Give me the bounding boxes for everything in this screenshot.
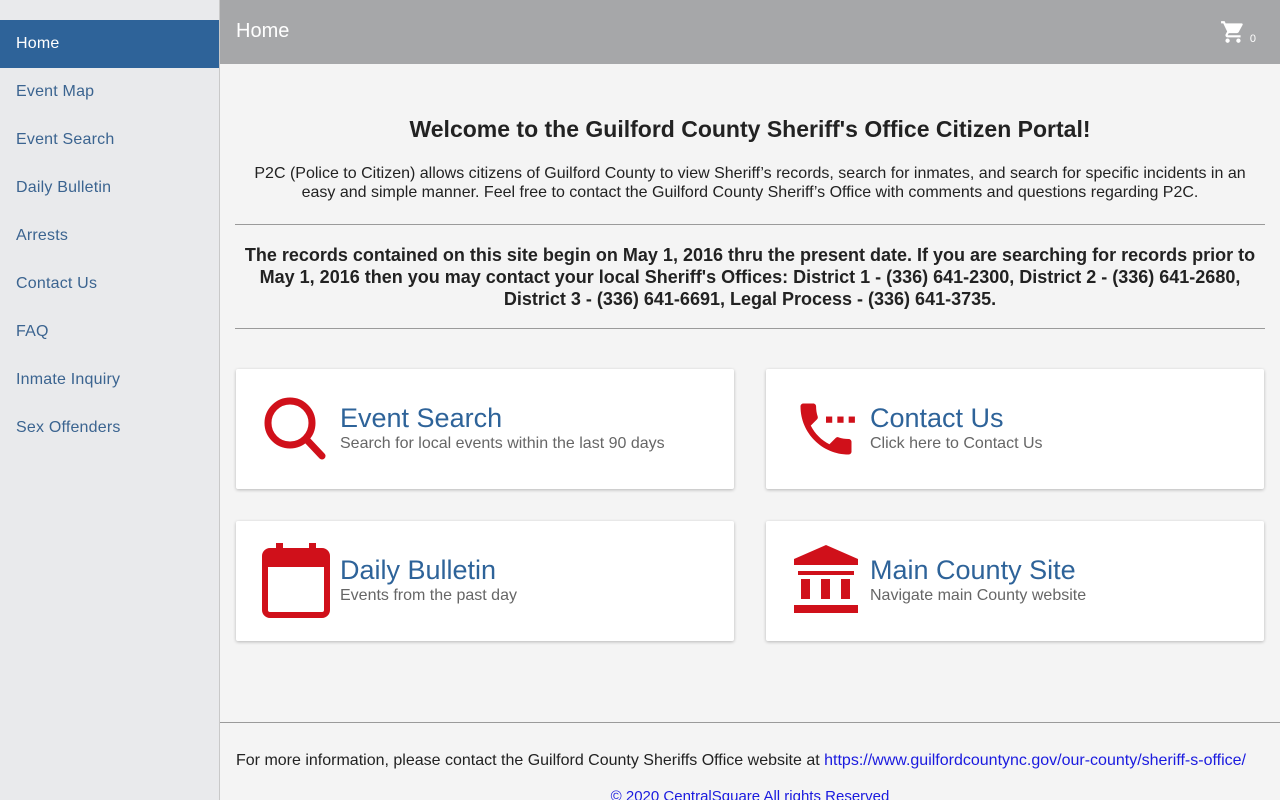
footer-info: For more information, please contact the… (236, 752, 1276, 770)
card-subtitle: Search for local events within the last … (340, 435, 665, 452)
calendar-icon (262, 543, 330, 618)
daily-bulletin-card[interactable]: Daily Bulletin Events from the past day (236, 521, 734, 641)
page-title: Home (236, 20, 290, 42)
card-subtitle: Click here to Contact Us (870, 435, 1043, 452)
shopping-cart-icon (1220, 21, 1243, 43)
copyright-link[interactable]: © 2020 CentralSquare All rights Reserved (220, 788, 1280, 800)
sidebar-item-home[interactable]: Home (0, 20, 219, 68)
card-title: Main County Site (870, 555, 1076, 585)
top-bar: Home 0 (220, 0, 1280, 64)
bank-icon (794, 545, 858, 613)
sheriff-website-link[interactable]: https://www.guilfordcountync.gov/our-cou… (824, 752, 1246, 769)
records-notice: The records contained on this site begin… (244, 245, 1256, 309)
sidebar-item-contact-us[interactable]: Contact Us (0, 260, 219, 308)
card-title: Contact Us (870, 403, 1004, 433)
card-title: Daily Bulletin (340, 555, 497, 585)
card-subtitle: Events from the past day (340, 587, 517, 604)
welcome-heading: Welcome to the Guilford County Sheriff's… (409, 116, 1091, 142)
main-county-site-card[interactable]: Main County Site Navigate main County we… (766, 521, 1264, 641)
footer-divider (220, 722, 1280, 723)
divider (235, 224, 1265, 225)
sidebar-item-event-search[interactable]: Event Search (0, 116, 219, 164)
card-subtitle: Navigate main County website (870, 587, 1087, 604)
sidebar-item-arrests[interactable]: Arrests (0, 212, 219, 260)
card-title: Event Search (340, 403, 503, 433)
footer-info-text: For more information, please contact the… (236, 752, 820, 769)
sidebar-item-daily-bulletin[interactable]: Daily Bulletin (0, 164, 219, 212)
sidebar-item-event-map[interactable]: Event Map (0, 68, 219, 116)
main-content: Welcome to the Guilford County Sheriff's… (220, 64, 1280, 800)
event-search-card[interactable]: Event Search Search for local events wit… (236, 369, 734, 489)
cart-button[interactable]: 0 (1220, 19, 1256, 45)
cart-count-badge: 0 (1249, 33, 1256, 45)
sidebar: Home Event Map Event Search Daily Bullet… (0, 0, 220, 800)
contact-us-card[interactable]: Contact Us Click here to Contact Us (766, 369, 1264, 489)
search-icon (264, 397, 326, 460)
sidebar-item-faq[interactable]: FAQ (0, 308, 219, 356)
sidebar-item-sex-offenders[interactable]: Sex Offenders (0, 404, 219, 452)
divider (235, 328, 1265, 329)
sidebar-item-inmate-inquiry[interactable]: Inmate Inquiry (0, 356, 219, 404)
phone-icon (800, 403, 855, 455)
intro-text: P2C (Police to Citizen) allows citizens … (254, 165, 1246, 201)
